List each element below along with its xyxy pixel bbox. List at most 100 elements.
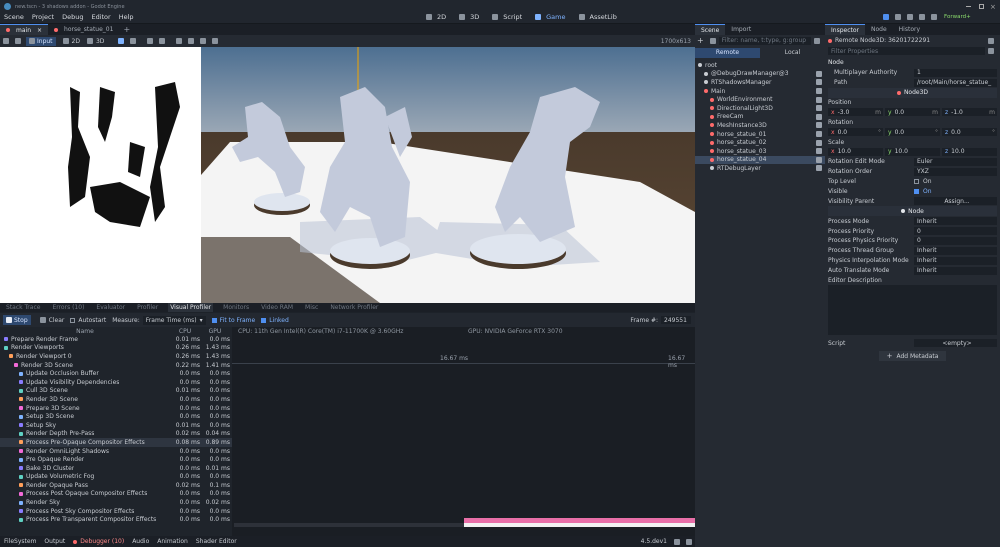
profiler-row[interactable]: Bake 3D Cluster 0.0 ms 0.01 ms <box>0 464 232 473</box>
physics-priority-input[interactable]: 0 <box>914 236 997 245</box>
multiplayer-authority-input[interactable]: 1 <box>914 68 997 77</box>
series-color-icon[interactable] <box>19 423 23 428</box>
visibility-eye-icon[interactable] <box>816 156 822 163</box>
profiler-graph[interactable]: CPU: 11th Gen Intel(R) Core(TM) i7-11700… <box>232 327 695 536</box>
tab-video-ram[interactable]: Video RAM <box>261 304 293 311</box>
update-spinner-icon[interactable] <box>674 538 680 545</box>
rotation-z[interactable]: z 0.0 ° <box>942 128 997 137</box>
process-priority-input[interactable]: 0 <box>914 227 997 236</box>
tab-import[interactable]: Import <box>725 24 757 35</box>
profiler-row[interactable]: Cull 3D Scene 0.01 ms 0.0 ms <box>0 387 232 396</box>
profiler-row[interactable]: Prepare 3D Scene 0.0 ms 0.0 ms <box>0 404 232 413</box>
tab-inspector[interactable]: Inspector <box>825 24 865 35</box>
scene-tree-item[interactable]: Main <box>695 87 825 96</box>
tab-history[interactable]: History <box>893 24 926 35</box>
profiler-row[interactable]: Render Opaque Pass 0.02 ms 0.1 ms <box>0 481 232 490</box>
workspace-script-button[interactable]: Script <box>489 13 522 21</box>
visibility-eye-icon[interactable] <box>816 96 822 103</box>
tab-audio[interactable]: Audio <box>132 538 149 545</box>
run-scene-icon[interactable] <box>919 14 925 20</box>
tab-misc[interactable]: Misc <box>305 304 318 311</box>
add-node-icon[interactable]: + <box>697 36 704 45</box>
profiler-row[interactable]: Render 3D Scene 0.22 ms 1.41 ms <box>0 361 232 370</box>
profiler-row[interactable]: Process Pre-Opaque Compositor Effects 0.0… <box>0 438 232 447</box>
workspace-assetlib-button[interactable]: AssetLib <box>576 13 617 21</box>
tab-network-profiler[interactable]: Network Profiler <box>330 304 378 311</box>
input-button[interactable]: Input <box>26 36 56 46</box>
series-color-icon[interactable] <box>19 509 23 514</box>
profiler-row[interactable]: Pre Opaque Render 0.0 ms 0.0 ms <box>0 455 232 464</box>
path-input[interactable]: /root/Main/horse_statue_ <box>914 78 997 87</box>
filter-properties-input[interactable]: Filter Properties <box>828 47 985 55</box>
script-icon[interactable] <box>988 37 994 44</box>
close-tab-icon[interactable]: × <box>37 27 42 34</box>
profiler-row[interactable]: Setup Sky 0.01 ms 0.0 ms <box>0 421 232 430</box>
series-color-icon[interactable] <box>19 406 23 411</box>
process-mode-select[interactable]: Inherit <box>914 217 997 226</box>
series-color-icon[interactable] <box>4 337 8 342</box>
profiler-row[interactable]: Update Visibility Dependencies 0.0 ms 0.0 … <box>0 378 232 387</box>
filter-icon[interactable] <box>814 37 820 44</box>
profiler-row[interactable]: Prepare Render Frame 0.01 ms 0.0 ms <box>0 335 232 344</box>
series-color-icon[interactable] <box>19 500 23 505</box>
visibility-eye-icon[interactable] <box>816 122 822 129</box>
maximize-icon[interactable] <box>979 4 984 9</box>
series-color-icon[interactable] <box>19 414 23 419</box>
3d-select-button[interactable]: 3D <box>84 38 104 45</box>
list-select-icon[interactable] <box>130 38 137 44</box>
tab-scene[interactable]: Scene <box>695 24 726 35</box>
series-color-icon[interactable] <box>19 449 23 454</box>
workspace-3d-button[interactable]: 3D <box>456 13 479 21</box>
tab-stack-trace[interactable]: Stack Trace <box>6 304 40 311</box>
fit-to-frame-checkbox[interactable]: Fit to Frame <box>211 317 255 324</box>
profiler-row[interactable]: Render Depth Pre-Pass 0.02 ms 0.04 ms <box>0 430 232 439</box>
scene-tree-item[interactable]: WorldEnvironment <box>695 95 825 104</box>
scale-y[interactable]: y 10.0 <box>885 147 940 156</box>
tab-visual-profiler[interactable]: Visual Profiler <box>168 303 214 312</box>
visibility-eye-icon[interactable] <box>816 70 822 77</box>
local-button[interactable]: Local <box>760 49 825 56</box>
scene-tree-item[interactable]: RTDebugLayer <box>695 164 825 173</box>
profiler-row[interactable]: Render Viewport 0 0.26 ms 1.43 ms <box>0 352 232 361</box>
close-icon[interactable]: × <box>990 3 996 11</box>
tab-node[interactable]: Node <box>865 24 893 35</box>
visibility-eye-icon[interactable] <box>816 139 822 146</box>
tab-animation[interactable]: Animation <box>157 538 188 545</box>
scene-tree-item[interactable]: root <box>695 61 825 70</box>
scene-tree-item[interactable]: horse_statue_02 <box>695 138 825 147</box>
next-frame-icon[interactable] <box>15 38 21 44</box>
profiler-row[interactable]: Render Sky 0.0 ms 0.02 ms <box>0 498 232 507</box>
script-select[interactable]: <empty> <box>914 339 997 348</box>
series-color-icon[interactable] <box>19 371 23 376</box>
menu-project[interactable]: Project <box>32 13 54 21</box>
camera-menu-icon[interactable] <box>159 38 166 44</box>
scene-tab-horse[interactable]: horse_statue_01 <box>48 24 119 35</box>
minimize-icon[interactable] <box>966 6 971 7</box>
select-icon[interactable] <box>118 38 125 44</box>
series-color-icon[interactable] <box>19 397 23 402</box>
menu-editor[interactable]: Editor <box>91 13 110 21</box>
scene-tree-item[interactable]: MeshInstance3D <box>695 121 825 130</box>
autostart-checkbox[interactable]: Autostart <box>70 317 106 324</box>
profiler-row[interactable]: Process Post Opaque Compositor Effects 0.… <box>0 490 232 499</box>
series-color-icon[interactable] <box>19 517 23 522</box>
scene-tree-item[interactable]: FreeCam <box>695 113 825 122</box>
panel-toggle-icon[interactable] <box>686 538 692 545</box>
tools-icon[interactable] <box>988 48 994 54</box>
add-metadata-button[interactable]: + Add Metadata <box>878 351 947 362</box>
series-color-icon[interactable] <box>14 363 18 368</box>
stretch-icon[interactable] <box>188 38 195 44</box>
scene-tree-item[interactable]: horse_statue_04 <box>695 155 825 165</box>
tab-output[interactable]: Output <box>44 538 65 545</box>
thread-group-select[interactable]: Inherit <box>914 246 997 255</box>
tab-monitors[interactable]: Monitors <box>223 304 249 311</box>
series-color-icon[interactable] <box>4 345 8 350</box>
series-color-icon[interactable] <box>19 457 23 462</box>
series-color-icon[interactable] <box>19 474 23 479</box>
aspect-icon[interactable] <box>200 38 207 44</box>
series-color-icon[interactable] <box>19 440 23 445</box>
scene-tree-item[interactable]: @DebugDrawManager@3 <box>695 70 825 79</box>
pause-icon[interactable] <box>895 14 901 20</box>
add-tab-icon[interactable]: + <box>123 25 130 34</box>
scene-filter-input[interactable]: Filter: name, t:type, g:group <box>718 36 811 45</box>
